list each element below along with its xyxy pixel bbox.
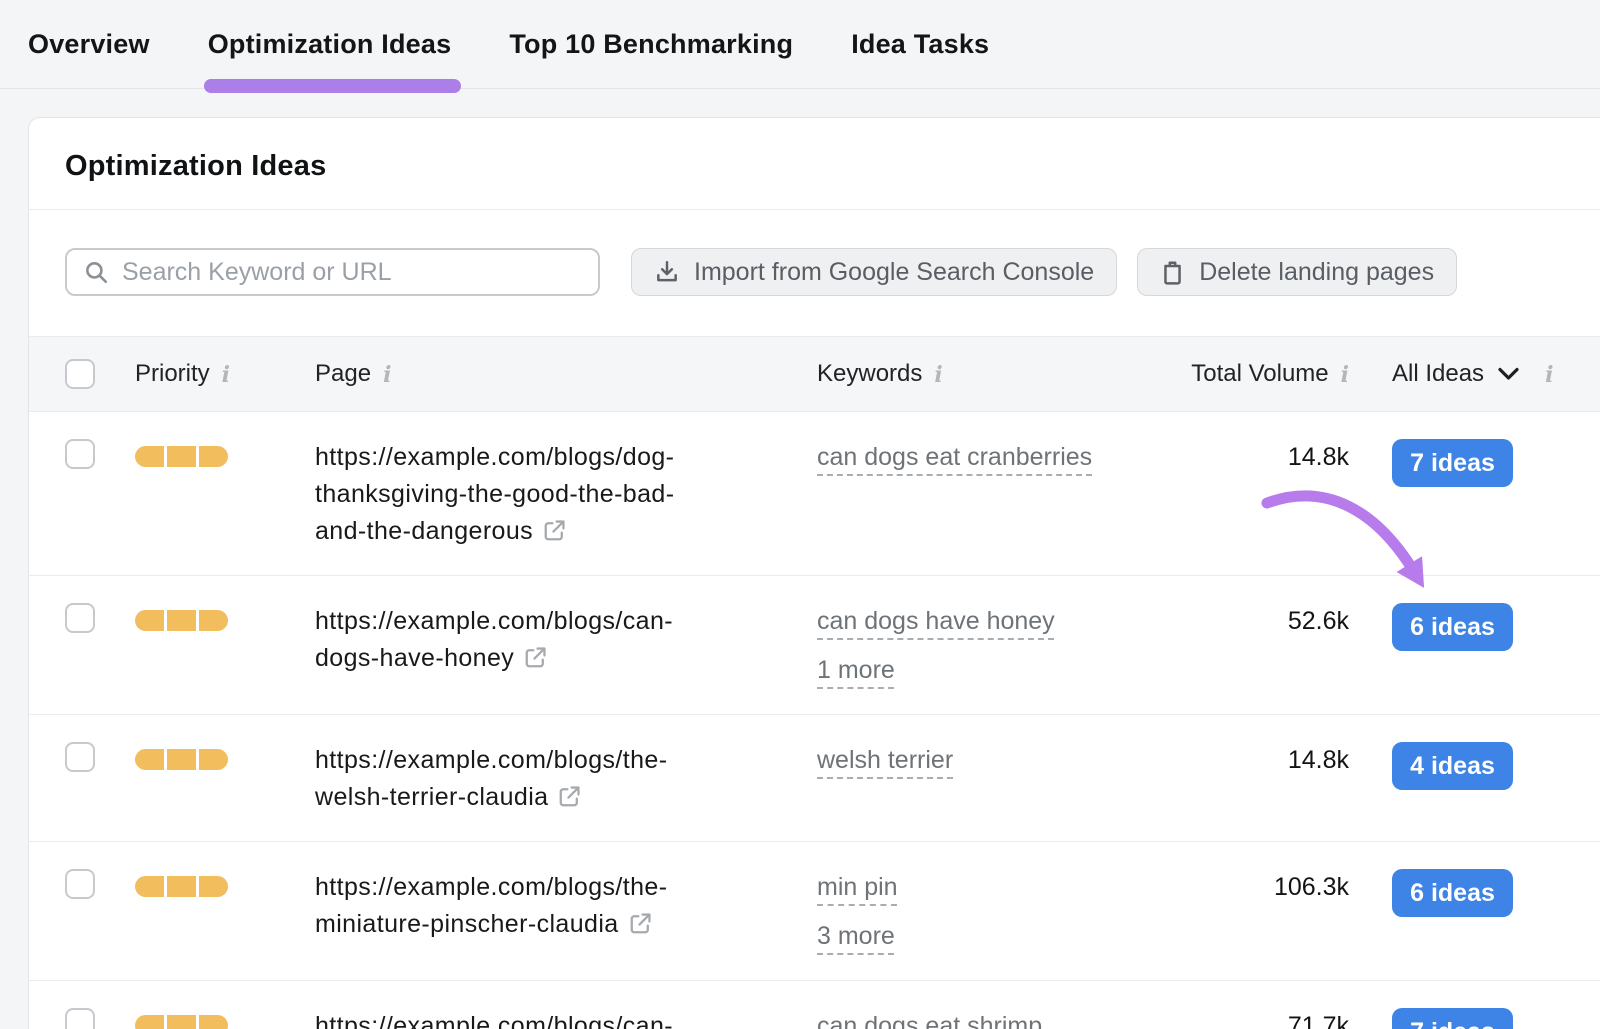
more-keywords-link[interactable]: 3 more xyxy=(817,918,895,955)
table-row: https://example.com/blogs/dog-thanksgivi… xyxy=(29,412,1600,576)
row-checkbox[interactable] xyxy=(65,1008,95,1029)
table-row: https://example.com/blogs/the-miniature-… xyxy=(29,842,1600,981)
ideas-filter-dropdown[interactable]: All Ideas xyxy=(1392,360,1519,388)
keyword-link[interactable]: can dogs eat cranberries xyxy=(817,439,1092,476)
optimization-ideas-panel: Optimization Ideas Import from Google Se… xyxy=(28,117,1600,1029)
tab-optimization-ideas[interactable]: Optimization Ideas xyxy=(208,0,452,89)
total-volume-value: 52.6k xyxy=(1288,603,1349,640)
external-link-icon[interactable] xyxy=(523,645,548,670)
page-url: https://example.com/blogs/dog-thanksgivi… xyxy=(315,439,817,550)
priority-indicator xyxy=(135,876,228,897)
table-row: https://example.com/blogs/can-dogs-eat-s… xyxy=(29,981,1600,1029)
total-volume-value: 106.3k xyxy=(1274,869,1349,906)
page-url: https://example.com/blogs/can-dogs-eat-s… xyxy=(315,1008,817,1029)
row-checkbox[interactable] xyxy=(65,742,95,772)
import-gsc-button[interactable]: Import from Google Search Console xyxy=(631,248,1117,296)
ideas-button[interactable]: 6 ideas xyxy=(1392,869,1513,917)
page-url: https://example.com/blogs/can-dogs-have-… xyxy=(315,603,817,677)
keyword-link[interactable]: welsh terrier xyxy=(817,742,953,779)
search-input[interactable] xyxy=(122,258,582,287)
priority-indicator xyxy=(135,1015,228,1029)
total-volume-info-icon[interactable]: i xyxy=(1341,362,1349,386)
tab-label: Top 10 Benchmarking xyxy=(509,29,793,60)
column-keywords: Keywords xyxy=(817,360,922,388)
keywords-info-icon[interactable]: i xyxy=(934,362,942,386)
table-body: https://example.com/blogs/dog-thanksgivi… xyxy=(29,412,1600,1029)
column-priority: Priority xyxy=(135,360,210,388)
ideas-button[interactable]: 7 ideas xyxy=(1392,439,1513,487)
tab-label: Optimization Ideas xyxy=(208,29,452,60)
external-link-icon[interactable] xyxy=(542,518,567,543)
column-page: Page xyxy=(315,360,371,388)
chevron-down-icon xyxy=(1498,367,1519,381)
ideas-info-icon[interactable]: i xyxy=(1545,362,1553,386)
ideas-button[interactable]: 6 ideas xyxy=(1392,603,1513,651)
delete-landing-pages-label: Delete landing pages xyxy=(1199,258,1434,287)
column-total-volume: Total Volume xyxy=(1191,360,1328,388)
ideas-button[interactable]: 4 ideas xyxy=(1392,742,1513,790)
table-row: https://example.com/blogs/can-dogs-have-… xyxy=(29,576,1600,715)
page-url: https://example.com/blogs/the-welsh-terr… xyxy=(315,742,817,816)
search-box xyxy=(65,248,600,296)
total-volume-value: 14.8k xyxy=(1288,742,1349,779)
priority-indicator xyxy=(135,749,228,770)
priority-indicator xyxy=(135,610,228,631)
keyword-link[interactable]: can dogs have honey xyxy=(817,603,1055,640)
page-title: Optimization Ideas xyxy=(29,118,1600,209)
page-url: https://example.com/blogs/the-miniature-… xyxy=(315,869,817,943)
row-checkbox[interactable] xyxy=(65,439,95,469)
table-header: Priority i Page i Keywords i Total Volum… xyxy=(29,336,1600,412)
tab-top-10-benchmarking[interactable]: Top 10 Benchmarking xyxy=(509,0,793,89)
tab-bar: Overview Optimization Ideas Top 10 Bench… xyxy=(0,0,1600,89)
total-volume-value: 14.8k xyxy=(1288,439,1349,476)
download-icon xyxy=(654,259,680,285)
total-volume-value: 71.7k xyxy=(1288,1008,1349,1029)
page-info-icon[interactable]: i xyxy=(383,362,391,386)
external-link-icon[interactable] xyxy=(628,911,653,936)
row-checkbox[interactable] xyxy=(65,869,95,899)
tab-overview[interactable]: Overview xyxy=(28,0,150,89)
more-keywords-link[interactable]: 1 more xyxy=(817,652,895,689)
import-gsc-label: Import from Google Search Console xyxy=(694,258,1094,287)
row-checkbox[interactable] xyxy=(65,603,95,633)
tab-label: Idea Tasks xyxy=(851,29,989,60)
search-icon xyxy=(83,259,109,285)
tab-idea-tasks[interactable]: Idea Tasks xyxy=(851,0,989,89)
delete-landing-pages-button[interactable]: Delete landing pages xyxy=(1137,248,1457,296)
tab-label: Overview xyxy=(28,29,150,60)
ideas-button[interactable]: 7 ideas xyxy=(1392,1008,1513,1029)
toolbar: Import from Google Search Console Delete… xyxy=(29,210,1600,336)
select-all-checkbox[interactable] xyxy=(65,359,95,389)
external-link-icon[interactable] xyxy=(557,784,582,809)
table-row: https://example.com/blogs/the-welsh-terr… xyxy=(29,715,1600,842)
keyword-link[interactable]: can dogs eat shrimp xyxy=(817,1008,1042,1029)
ideas-filter-label: All Ideas xyxy=(1392,360,1484,388)
priority-info-icon[interactable]: i xyxy=(222,362,230,386)
keyword-link[interactable]: min pin xyxy=(817,869,898,906)
trash-icon xyxy=(1160,259,1185,285)
priority-indicator xyxy=(135,446,228,467)
